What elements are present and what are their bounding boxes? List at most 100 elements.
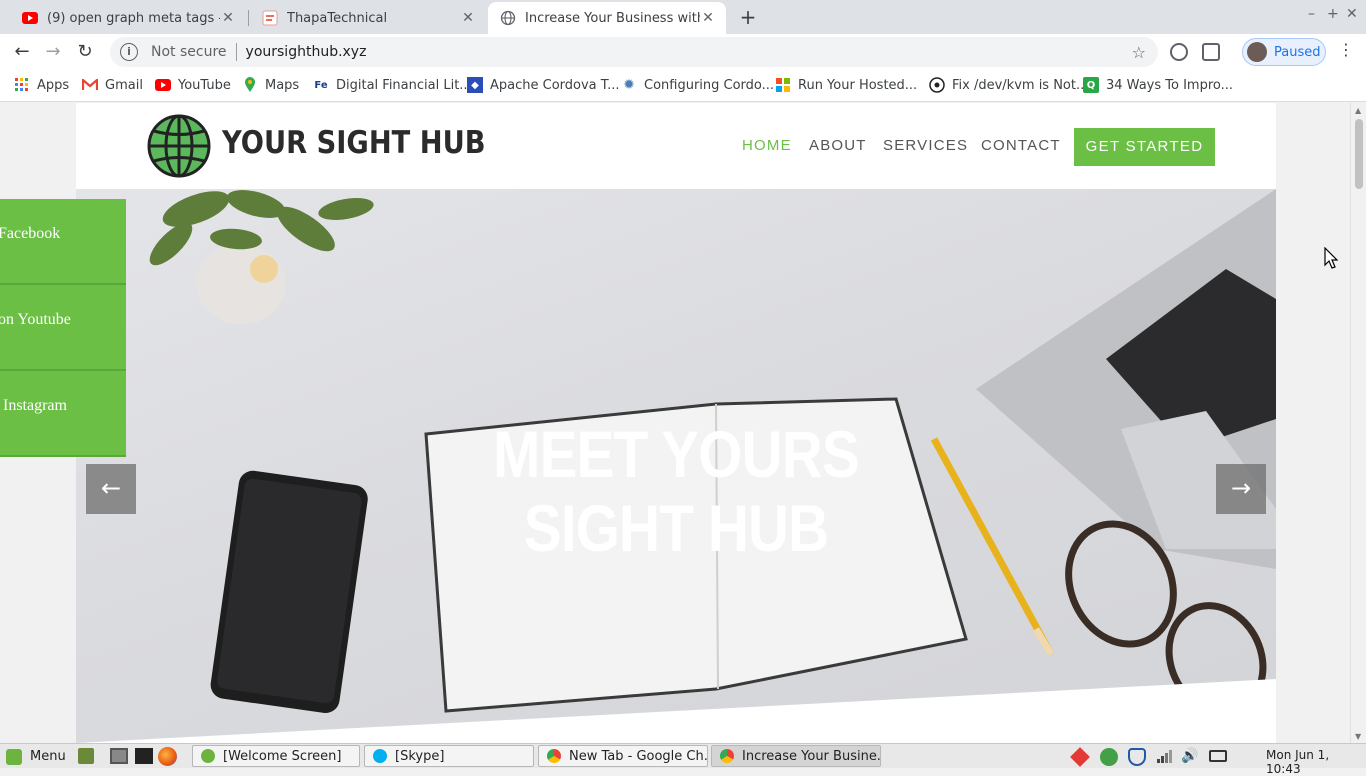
taskbar-window-skype[interactable]: [Skype]: [364, 745, 534, 767]
get-started-button[interactable]: GET STARTED: [1074, 128, 1215, 166]
social-sidebar: Facebook on Youtube Instagram: [0, 199, 126, 457]
avatar: [1247, 42, 1267, 62]
extension-icon[interactable]: [1170, 43, 1188, 61]
window-label: Increase Your Busine...: [742, 748, 881, 764]
update-check-icon[interactable]: [1100, 748, 1118, 766]
menu-button[interactable]: Menu: [6, 746, 66, 767]
bookmark-label: Run Your Hosted...: [798, 77, 918, 93]
nav-about[interactable]: ABOUT: [809, 137, 867, 154]
volume-icon[interactable]: 🔊: [1181, 748, 1199, 766]
tab-yoursighthub[interactable]: Increase Your Business with Search Engin…: [488, 2, 726, 34]
address-bar[interactable]: i Not secure yoursighthub.xyz ☆: [110, 37, 1158, 67]
nav-home[interactable]: HOME: [742, 137, 792, 154]
youtube-icon: [155, 77, 171, 93]
close-icon[interactable]: ✕: [700, 10, 716, 26]
tab-youtube[interactable]: (9) open graph meta tags - YouTube ✕: [10, 2, 246, 34]
info-icon[interactable]: i: [120, 43, 138, 61]
slider-prev-button[interactable]: ←: [86, 464, 136, 514]
page-scrollbar[interactable]: ▲ ▼: [1350, 103, 1366, 743]
taskbar-window-increase-business[interactable]: Increase Your Busine...: [711, 745, 881, 767]
bookmark-gmail[interactable]: Gmail: [82, 77, 143, 93]
bookmark-34-ways[interactable]: Q 34 Ways To Impro...: [1083, 77, 1233, 93]
social-label: Instagram: [3, 397, 67, 414]
bookmark-label: Configuring Cordo...: [644, 77, 775, 93]
hero-slider: MEET YOURS SIGHT HUB ← →: [76, 189, 1276, 743]
bookmark-configuring-cordova[interactable]: ✹ Configuring Cordo...: [621, 77, 774, 93]
profile-label: Paused: [1274, 44, 1321, 60]
social-label: on Youtube: [0, 311, 71, 328]
bookmark-run-hosted[interactable]: Run Your Hosted...: [775, 77, 917, 93]
shield-icon[interactable]: [1128, 748, 1146, 766]
gear-icon: ✹: [623, 77, 635, 93]
show-desktop-icon[interactable]: [78, 748, 94, 764]
maps-icon: [242, 77, 258, 93]
social-youtube-link[interactable]: on Youtube: [0, 285, 126, 371]
skype-icon: [373, 749, 387, 763]
site-header: YOUR SIGHT HUB HOME ABOUT SERVICES CONTA…: [76, 103, 1276, 189]
globe-logo-icon[interactable]: [147, 114, 211, 178]
terminal-icon[interactable]: [135, 748, 153, 764]
cordova-icon: ◆: [467, 77, 483, 93]
battery-icon[interactable]: [1209, 750, 1227, 762]
firefox-icon[interactable]: [158, 747, 177, 766]
hero-title: MEET YOURS SIGHT HUB: [493, 417, 860, 565]
gmail-icon: [82, 77, 98, 93]
youtube-icon: [22, 10, 38, 26]
network-signal-icon[interactable]: [1156, 748, 1174, 766]
tab-thapatechnical[interactable]: ThapaTechnical ✕: [250, 2, 486, 34]
logo-text[interactable]: YOUR SIGHT HUB: [222, 125, 486, 161]
forward-icon[interactable]: →: [40, 39, 66, 65]
chrome-icon: [547, 749, 561, 763]
clock[interactable]: Mon Jun 1, 10:43: [1266, 748, 1366, 776]
nav-contact[interactable]: CONTACT: [981, 137, 1061, 154]
taskbar-window-new-tab[interactable]: New Tab - Google Ch...: [538, 745, 708, 767]
bookmark-label: Apps: [37, 77, 70, 93]
social-facebook-link[interactable]: Facebook: [0, 199, 126, 285]
bookmark-digital-financial[interactable]: Fe Digital Financial Lit...: [313, 77, 471, 93]
profile-button[interactable]: Paused: [1242, 38, 1326, 66]
slider-next-button[interactable]: →: [1216, 464, 1266, 514]
files-icon[interactable]: [110, 748, 128, 764]
menu-label: Menu: [30, 749, 66, 764]
mint-logo-icon: [6, 748, 22, 765]
scrollbar-thumb[interactable]: [1355, 119, 1363, 189]
url-text[interactable]: yoursighthub.xyz: [246, 44, 367, 60]
divider: [235, 43, 237, 61]
browser-tab-bar: (9) open graph meta tags - YouTube ✕ Tha…: [0, 0, 1366, 34]
nav-services[interactable]: SERVICES: [883, 137, 968, 154]
tab-separator: [248, 10, 249, 26]
star-icon[interactable]: ☆: [1132, 43, 1146, 62]
bookmark-label: Apache Cordova T...: [490, 77, 620, 93]
bookmark-maps[interactable]: Maps: [242, 77, 299, 93]
bookmark-fix-kvm[interactable]: Fix /dev/kvm is Not...: [929, 77, 1088, 93]
tab-title: (9) open graph meta tags - YouTube: [47, 10, 220, 26]
bookmark-label: 34 Ways To Impro...: [1106, 77, 1234, 93]
bookmark-apps[interactable]: Apps: [14, 77, 69, 93]
bookmark-label: Gmail: [105, 77, 143, 93]
scroll-down-icon[interactable]: ▼: [1355, 732, 1361, 741]
q-icon: Q: [1083, 77, 1099, 93]
menu-icon[interactable]: ⋮: [1338, 40, 1354, 59]
github-icon: [929, 77, 945, 93]
taskbar-window-welcome[interactable]: [Welcome Screen]: [192, 745, 360, 767]
social-label: Facebook: [0, 225, 61, 242]
minimize-icon[interactable]: –: [1308, 6, 1315, 22]
new-tab-button[interactable]: +: [736, 6, 760, 30]
close-icon[interactable]: ✕: [220, 10, 236, 26]
social-instagram-link[interactable]: Instagram: [0, 371, 126, 457]
tab-title: ThapaTechnical: [287, 10, 388, 26]
close-icon[interactable]: ✕: [460, 10, 476, 26]
scroll-up-icon[interactable]: ▲: [1355, 106, 1361, 115]
close-window-icon[interactable]: ✕: [1346, 6, 1358, 22]
browser-toolbar: ← → ↻ i Not secure yoursighthub.xyz ☆ Pa…: [0, 34, 1366, 70]
maximize-icon[interactable]: +: [1327, 6, 1339, 22]
extension-icon[interactable]: [1202, 43, 1220, 61]
tab-title: Increase Your Business with Search Engin…: [525, 10, 700, 26]
taskbar: Menu [Welcome Screen] [Skype] New Tab - …: [0, 743, 1366, 776]
bookmark-apache-cordova[interactable]: ◆ Apache Cordova T...: [467, 77, 620, 93]
bookmark-youtube[interactable]: YouTube: [155, 77, 231, 93]
back-icon[interactable]: ←: [9, 39, 35, 65]
reload-icon[interactable]: ↻: [72, 39, 98, 65]
mouse-cursor-icon: [1324, 247, 1338, 269]
anydesk-icon[interactable]: [1070, 747, 1090, 767]
